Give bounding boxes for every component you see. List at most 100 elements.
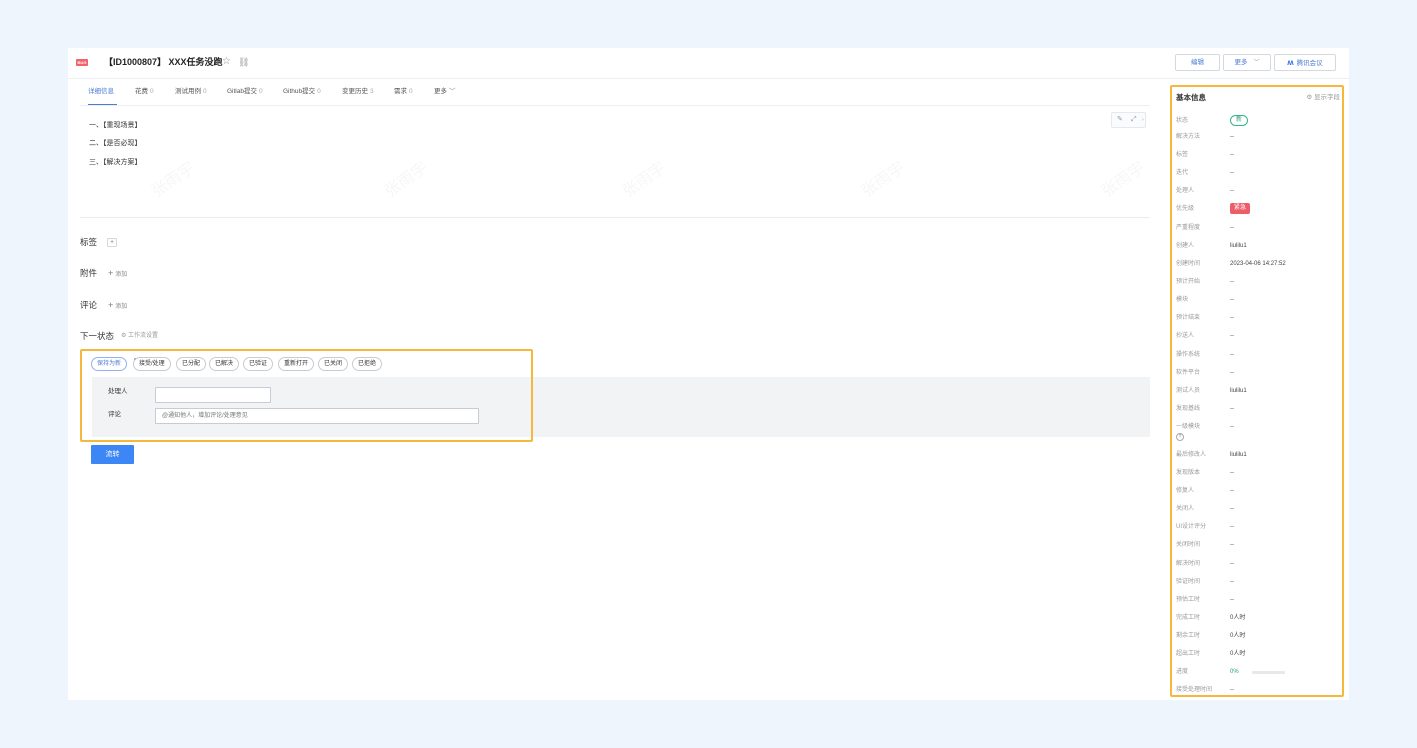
tab-more[interactable]: 更多 ﹀ (434, 86, 456, 98)
workflow-settings-label: 工作流设置 (128, 333, 159, 339)
field-value[interactable]: -- (1230, 595, 1234, 605)
field-tags: 标签 -- (1176, 150, 1342, 160)
state-assigned[interactable]: 已分配 (176, 357, 207, 371)
field-value[interactable]: -- (1230, 132, 1234, 142)
field-module: 模块 -- (1176, 295, 1342, 305)
field-key: 验证时间 (1176, 579, 1201, 585)
add-tag-button[interactable]: + (107, 238, 117, 247)
field-os: 操作系统 -- (1176, 350, 1342, 360)
add-attachment-button[interactable]: + 添加 (108, 268, 127, 280)
field-value[interactable]: -- (1230, 223, 1234, 233)
state-keep-new[interactable]: 保持为新 (91, 357, 139, 371)
basic-info-title: 基本信息 (1176, 93, 1206, 102)
expand-icon[interactable]: ⤢ (1131, 115, 1137, 125)
field-value[interactable]: 0人时 (1230, 613, 1245, 623)
bug-type-badge: BUG (76, 59, 88, 66)
tencent-meeting-button[interactable]: ʍ 腾讯会议 (1274, 54, 1336, 71)
state-label: 已关闭 (324, 361, 343, 367)
add-comment-button[interactable]: + 添加 (108, 300, 127, 312)
field-value[interactable]: -- (1230, 577, 1234, 587)
link-icon[interactable]: ⛓ (238, 56, 249, 68)
field-value[interactable]: -- (1230, 422, 1234, 432)
description-line[interactable]: 三、【解决方案】 (89, 158, 142, 168)
field-resolution: 解决方法 -- (1176, 132, 1342, 142)
field-value[interactable]: -- (1230, 350, 1234, 360)
state-label: 已验证 (249, 361, 268, 367)
field-resolved-at: 解决时间 -- (1176, 559, 1342, 569)
description-line[interactable]: 一、【重现场景】 (89, 121, 142, 131)
state-closed[interactable]: 已关闭 (318, 357, 349, 371)
edit-button[interactable]: 编辑 (1175, 54, 1220, 71)
state-verified[interactable]: 已验证 (243, 357, 274, 371)
field-value[interactable]: -- (1230, 559, 1234, 569)
tab-label: 变更历史 (342, 88, 368, 95)
description-line[interactable]: 二、【是否必现】 (89, 139, 142, 149)
chevron-right-icon[interactable]: › (1142, 115, 1144, 125)
state-accept[interactable]: 接受/处理 (133, 357, 171, 371)
field-key: 修复人 (1176, 488, 1195, 494)
tab-label: 需求 (394, 88, 407, 95)
field-key: 最后修改人 (1176, 452, 1207, 458)
field-value[interactable]: -- (1230, 331, 1234, 341)
tags-title: 标签 (80, 237, 98, 247)
field-value[interactable]: 0人时 (1230, 631, 1245, 641)
tab-count: 0 (150, 88, 154, 95)
tab-label: 更多 (434, 88, 447, 95)
field-value[interactable]: -- (1230, 504, 1234, 514)
tab-details[interactable]: 详细信息 (88, 86, 114, 98)
tab-requirements[interactable]: 需求 0 (394, 86, 413, 98)
edit-doc-icon[interactable]: ✎ (1117, 115, 1123, 125)
field-creator: 创建人 liulilu1 (1176, 241, 1342, 251)
state-resolved[interactable]: 已解决 (209, 357, 240, 371)
settings-icon: ⚙ (1306, 94, 1314, 101)
field-value[interactable]: -- (1230, 313, 1234, 323)
tab-github-commits[interactable]: Github提交 0 (283, 86, 321, 98)
field-value[interactable]: -- (1230, 368, 1234, 378)
field-last-modifier: 最后修改人 liulilu1 (1176, 450, 1342, 460)
tab-label: 花费 (135, 88, 148, 95)
tab-count: 0 (409, 88, 413, 95)
plus-icon: + (108, 300, 114, 310)
add-comment-label: 添加 (115, 304, 128, 310)
state-reopen[interactable]: 重新打开 (278, 357, 315, 371)
help-icon[interactable]: ? (1176, 433, 1184, 441)
field-progress: 进度 0% (1176, 667, 1342, 677)
field-value[interactable]: -- (1230, 277, 1234, 287)
field-status: 状态 新 (1176, 115, 1342, 126)
star-icon[interactable]: ☆ (222, 56, 231, 68)
field-ui-design-score: UI设计评分 -- (1176, 522, 1342, 532)
priority-badge[interactable]: 紧急 (1230, 203, 1251, 214)
field-accept-time: 接受处理时间 -- (1176, 685, 1342, 695)
state-label: 接受/处理 (139, 361, 165, 367)
tab-gitlab-commits[interactable]: Gitlab提交 0 (227, 86, 263, 98)
tab-count: 0 (258, 88, 263, 95)
field-value[interactable]: -- (1230, 540, 1234, 550)
field-value[interactable]: -- (1230, 404, 1234, 414)
field-value[interactable]: -- (1230, 685, 1234, 695)
more-dropdown-button[interactable]: 更多 ﹀ (1223, 54, 1271, 71)
field-value[interactable]: -- (1230, 295, 1234, 305)
field-value[interactable]: -- (1230, 468, 1234, 478)
field-value[interactable]: -- (1230, 186, 1234, 196)
field-value[interactable]: liulilu1 (1230, 241, 1247, 251)
field-value[interactable]: 0人时 (1230, 649, 1245, 659)
state-rejected[interactable]: 已拒绝 (352, 357, 383, 371)
field-key: 预计开始 (1176, 279, 1201, 285)
transition-submit-button[interactable]: 流转 (91, 445, 134, 464)
field-value[interactable]: -- (1230, 168, 1234, 178)
field-key: 一级模块 (1176, 424, 1201, 430)
field-tester: 测试人员 liulilu1 (1176, 386, 1342, 396)
field-value[interactable]: -- (1230, 486, 1234, 496)
field-done-hours: 完成工时 0人时 (1176, 613, 1342, 623)
field-value[interactable]: -- (1230, 150, 1234, 160)
show-fields-button[interactable]: ⚙ 显示字段 (1306, 92, 1340, 103)
tab-cost[interactable]: 花费 0 (135, 86, 154, 98)
field-value[interactable]: -- (1230, 522, 1234, 532)
field-key: 接受处理时间 (1176, 687, 1213, 693)
field-value[interactable]: liulilu1 (1230, 386, 1247, 396)
tab-change-history[interactable]: 变更历史 3 (342, 86, 374, 98)
workflow-settings-link[interactable]: ⚙ 工作流设置 (121, 331, 158, 341)
tab-test-cases[interactable]: 测试用例 0 (175, 86, 207, 98)
comments-title: 评论 (80, 300, 98, 310)
status-badge[interactable]: 新 (1230, 115, 1249, 126)
